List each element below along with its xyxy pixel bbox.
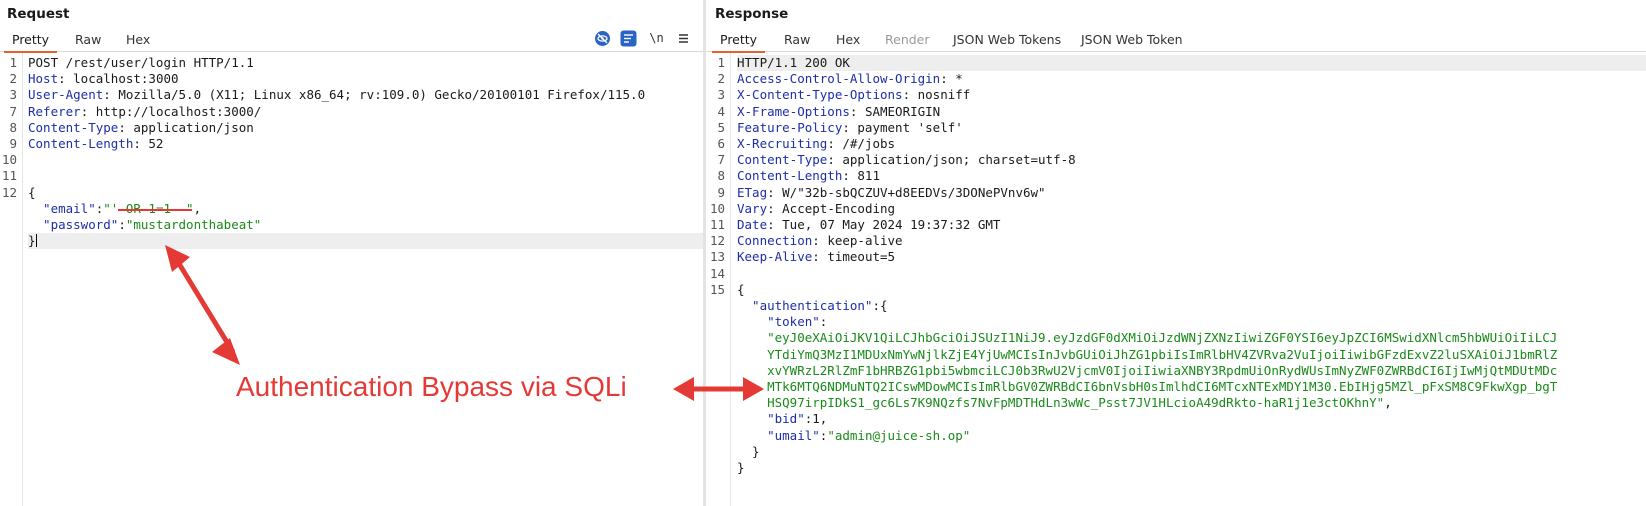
arrow-head-right — [743, 377, 764, 401]
arrow-head-down — [212, 338, 240, 365]
arrow-head-left — [673, 377, 694, 401]
annotation-arrows — [165, 245, 764, 401]
annotation-label: Authentication Bypass via SQLi — [236, 371, 627, 402]
request-arrow — [175, 260, 236, 354]
arrow-head-up — [165, 245, 190, 272]
